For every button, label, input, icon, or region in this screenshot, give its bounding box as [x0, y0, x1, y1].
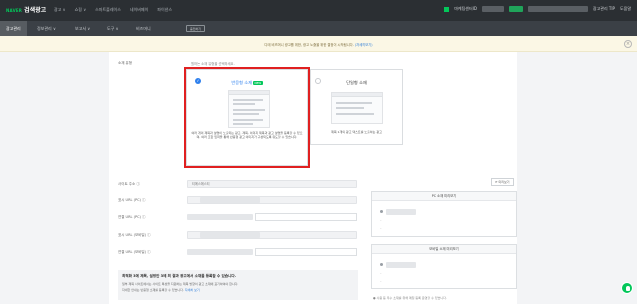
nav-item-bizmoney[interactable]: 비즈머니 — [136, 21, 151, 36]
top-menu-item-shopping[interactable]: 쇼핑 ∨ — [75, 7, 87, 13]
pc-preview-panel: PC 소재 미리보기 – – — [371, 191, 517, 237]
top-menu-item-pay[interactable]: 네이버페이 — [130, 7, 148, 13]
placeholder-dash: – — [380, 226, 382, 230]
info-line-2-text: 자세한 안내는 반응형 소재를 등록할 수 있습니다. — [122, 288, 184, 292]
blurred-text — [481, 6, 504, 12]
logo-brand: NAVER — [6, 8, 23, 13]
notice-text: 디테 비즈머니 광고를 위한, 광고 노출을 위한 결정이 시작됩니다. (자세… — [0, 42, 637, 47]
favicon-icon — [380, 263, 383, 266]
top-menu-item-finance[interactable]: 파이낸스 — [157, 7, 172, 13]
display-url-pc-label: 표시 URL (PC) ⓘ — [118, 198, 146, 202]
blurred-text — [527, 6, 588, 12]
link-url-mobile-label: 연결 URL (모바일) ⓘ — [118, 250, 151, 254]
option-single-title: 단일형 소재 — [346, 80, 367, 85]
top-right-area: 마케팅센터ID 광고관리 TIP 도움말 — [444, 6, 631, 12]
chatbot-icon[interactable] — [621, 282, 633, 294]
option-single[interactable]: 단일형 소재 제목 1개의 광고 텍스트를 노출하는 광고 — [310, 69, 403, 145]
site-url-label: 사이트 주소 ⓘ — [118, 182, 140, 186]
footnote: ● 사용 등 우수 소재를 위해 매칭 등록 운영할 수 있습니다. — [373, 296, 447, 300]
blurred-text — [386, 209, 416, 215]
blurred-status — [508, 6, 523, 12]
notice-bar: 디테 비즈머니 광고를 위한, 광고 노출을 위한 결정이 시작됩니다. (자세… — [0, 36, 637, 52]
account-label[interactable]: 마케팅센터ID — [454, 6, 477, 12]
pc-preview-title: PC 소재 미리보기 — [372, 192, 516, 201]
notice-message: 디테 비즈머니 광고를 위한, 광고 노출을 위한 결정이 시작됩니다. — [264, 43, 354, 47]
blurred-text — [386, 262, 416, 268]
placeholder-dash: – — [380, 279, 382, 283]
top-menu: 광고 ∨ 쇼핑 ∨ 스마트플레이스 네이버페이 파이낸스 — [54, 7, 172, 13]
tip-link[interactable]: 광고관리 TIP — [593, 6, 615, 12]
logo-title: 검색광고 — [24, 7, 47, 14]
preview-refresh-button[interactable]: ⟳ 미리보기 — [491, 178, 514, 186]
type-label: 소재 유형 — [118, 61, 132, 65]
link-url-pc-input[interactable] — [255, 213, 357, 221]
notice-link[interactable]: (자세히보기) — [355, 43, 373, 47]
type-hint: 원하는 소재 유형을 선택하세요. — [191, 62, 235, 66]
nav-item-tools[interactable]: 도구 ∨ — [107, 21, 119, 36]
info-box: 최적화 3에 제목, 설명만 3에 최 결과 광고에서 소재를 등록할 수 있습… — [118, 270, 358, 300]
nav-item-info-management[interactable]: 정보관리 ∨ — [37, 21, 56, 36]
blurred-text — [187, 249, 253, 255]
display-url-mobile-label: 표시 URL (모바일) ⓘ — [118, 233, 151, 237]
info-title: 최적화 3에 제목, 설명만 3에 최 결과 광고에서 소재를 등록할 수 있습… — [122, 274, 237, 278]
mobile-preview-title: 모바일 소재 미리보기 — [372, 245, 516, 254]
site-url-field: 티에스에스티 — [187, 180, 357, 188]
link-url-pc-label: 연결 URL (PC) ⓘ — [118, 215, 146, 219]
blurred-text — [200, 232, 260, 238]
top-menu-item-smartplace[interactable]: 스마트플레이스 — [95, 7, 121, 13]
account-icon — [444, 6, 450, 12]
blurred-text — [200, 197, 260, 203]
placeholder-dash: – — [380, 218, 382, 222]
top-bar: NAVER 검색광고 광고 ∨ 쇼핑 ∨ 스마트플레이스 네이버페이 파이낸스 마… — [0, 0, 637, 21]
nav-item-reports[interactable]: 보고서 ∨ — [75, 21, 90, 36]
link-url-mobile-input[interactable] — [255, 248, 357, 256]
charge-button[interactable]: 충전하기 — [186, 25, 206, 32]
option-single-desc: 제목 1개의 광고 텍스트를 노출하는 광고 — [331, 130, 382, 134]
help-link[interactable]: 도움말 — [620, 6, 631, 12]
top-menu-item-ad[interactable]: 광고 ∨ — [54, 7, 66, 13]
blurred-text — [187, 214, 253, 220]
single-illustration — [331, 92, 383, 124]
favicon-icon — [380, 210, 383, 213]
info-line-2: 자세한 안내는 반응형 소재를 등록할 수 있습니다. 자세히 보기 — [122, 288, 200, 292]
info-link[interactable]: 자세히 보기 — [185, 288, 200, 292]
nav-item-ad-management[interactable]: 광고관리 — [0, 21, 27, 36]
info-line-1: 일부 제목 사이트에서는 사이트 특성을 지원하는 제목 방향이 광고 소재에 … — [122, 282, 239, 286]
logo[interactable]: NAVER 검색광고 — [6, 5, 46, 14]
close-icon[interactable]: × — [624, 40, 632, 48]
highlight-box — [184, 67, 310, 168]
placeholder-dash: – — [380, 271, 382, 275]
mobile-preview-panel: 모바일 소재 미리보기 – – — [371, 244, 517, 289]
secondary-nav: 광고관리 정보관리 ∨ 보고서 ∨ 도구 ∨ 비즈머니 충전하기 — [0, 21, 637, 36]
